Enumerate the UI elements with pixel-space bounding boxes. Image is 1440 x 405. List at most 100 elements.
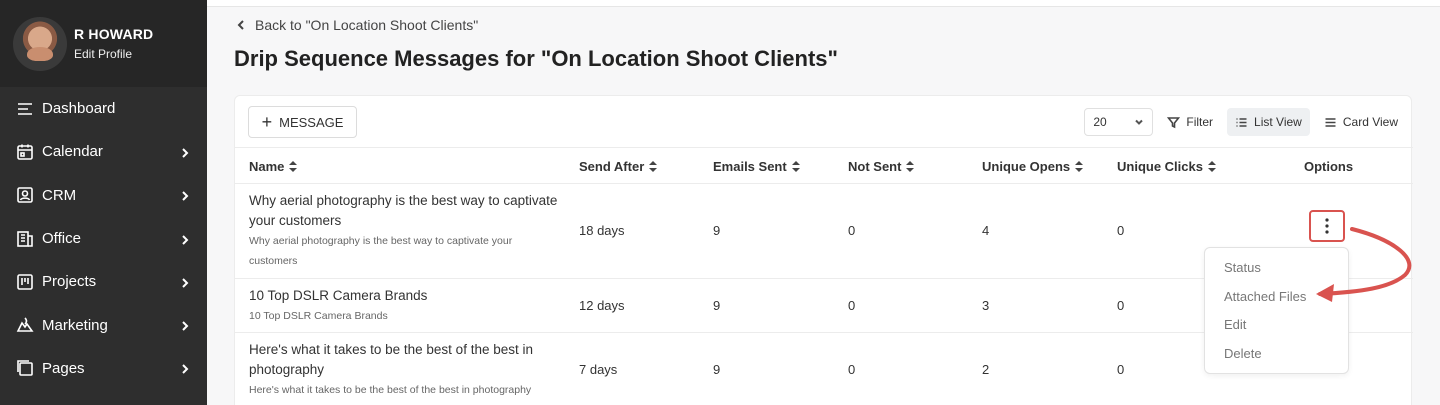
menu-item-delete[interactable]: Delete: [1224, 346, 1262, 361]
menu-icon: [16, 100, 34, 118]
sort-icon: [906, 161, 915, 172]
column-label: Options: [1304, 159, 1354, 174]
chevron-right-icon: [179, 276, 191, 288]
menu-item-status[interactable]: Status: [1224, 260, 1261, 275]
sidebar-item-calendar[interactable]: Calendar: [0, 130, 207, 173]
not-sent-cell: 0: [848, 362, 856, 377]
message-name-cell: Why aerial photography is the best way t…: [249, 191, 569, 271]
sidebar: R HOWARD Edit Profile Dashboard Calendar…: [0, 0, 207, 405]
edit-profile-link[interactable]: Edit Profile: [74, 47, 153, 61]
chevron-right-icon: [179, 319, 191, 331]
sidebar-nav: Dashboard Calendar CRM Office Projects M…: [0, 87, 207, 390]
unique-clicks-cell: 0: [1117, 223, 1125, 238]
sort-icon: [289, 161, 298, 172]
menu-item-edit[interactable]: Edit: [1224, 317, 1246, 332]
chevron-right-icon: [179, 189, 191, 201]
filter-icon: [1167, 116, 1181, 128]
message-name[interactable]: Why aerial photography is the best way t…: [249, 191, 569, 211]
add-message-label: MESSAGE: [279, 114, 344, 130]
sidebar-item-dashboard[interactable]: Dashboard: [0, 87, 207, 130]
page-size-select[interactable]: 20: [1084, 108, 1154, 136]
contact-icon: [16, 186, 34, 204]
more-vertical-icon: [1325, 218, 1329, 234]
office-icon: [16, 230, 34, 248]
sidebar-item-label: CRM: [42, 186, 77, 204]
back-link-label: Back to "On Location Shoot Clients": [255, 17, 479, 33]
list-icon: [1236, 117, 1247, 127]
emails-sent-cell: 9: [713, 223, 721, 238]
projects-icon: [16, 273, 34, 291]
add-message-button[interactable]: + MESSAGE: [248, 106, 357, 138]
sidebar-item-label: Pages: [42, 359, 85, 377]
unique-opens-cell: 2: [982, 362, 990, 377]
sort-icon: [1207, 161, 1216, 172]
message-name-cont[interactable]: your customers: [249, 211, 569, 231]
table-header: Name Send After Emails Sent Not Sent Uni…: [235, 147, 1413, 184]
sidebar-item-crm[interactable]: CRM: [0, 174, 207, 217]
column-header-name[interactable]: Name: [249, 159, 298, 174]
top-bar: [207, 0, 1440, 7]
filter-button[interactable]: Filter: [1159, 108, 1221, 136]
unique-clicks-cell: 0: [1117, 298, 1125, 313]
message-name-cell: 10 Top DSLR Camera Brands 10 Top DSLR Ca…: [249, 286, 569, 326]
column-header-unique-clicks[interactable]: Unique Clicks: [1117, 159, 1216, 174]
options-menu: Status Attached Files Edit Delete: [1204, 247, 1349, 374]
send-after-cell: 12 days: [579, 298, 625, 313]
card-view-icon: [1325, 117, 1336, 127]
unique-opens-cell: 4: [982, 223, 990, 238]
column-header-emails-sent[interactable]: Emails Sent: [713, 159, 800, 174]
sidebar-item-marketing[interactable]: Marketing: [0, 303, 207, 346]
sidebar-item-pages[interactable]: Pages: [0, 347, 207, 390]
chevron-right-icon: [179, 233, 191, 245]
sidebar-item-label: Calendar: [42, 143, 103, 161]
unique-clicks-cell: 0: [1117, 362, 1125, 377]
unique-opens-cell: 3: [982, 298, 990, 313]
not-sent-cell: 0: [848, 223, 856, 238]
message-subject-cont: customers: [249, 255, 298, 267]
pages-icon: [16, 359, 34, 377]
calendar-icon: [16, 143, 34, 161]
page-size-value: 20: [1093, 115, 1107, 129]
card-view-label: Card View: [1342, 115, 1398, 129]
sidebar-item-projects[interactable]: Projects: [0, 260, 207, 303]
message-subject: Why aerial photography is the best way t…: [249, 235, 513, 247]
message-name-cont[interactable]: photography: [249, 360, 569, 380]
card-view-button[interactable]: Card View: [1316, 108, 1406, 136]
marketing-icon: [16, 316, 34, 334]
message-name[interactable]: Here's what it takes to be the best of t…: [249, 340, 569, 360]
profile-name: R HOWARD: [74, 26, 154, 42]
sidebar-item-office[interactable]: Office: [0, 217, 207, 260]
list-view-label: List View: [1254, 115, 1302, 129]
sort-icon: [1075, 161, 1084, 172]
column-header-options: Options: [1304, 159, 1353, 174]
chevron-left-icon: [237, 20, 244, 30]
message-name[interactable]: 10 Top DSLR Camera Brands: [249, 286, 569, 306]
send-after-cell: 7 days: [579, 362, 618, 377]
column-header-unique-opens[interactable]: Unique Opens: [982, 159, 1084, 174]
options-button[interactable]: [1309, 210, 1345, 242]
list-view-button[interactable]: List View: [1227, 108, 1310, 136]
message-name-cell: Here's what it takes to be the best of t…: [249, 340, 569, 400]
sort-icon: [791, 161, 800, 172]
column-label: Unique Clicks: [1117, 159, 1203, 174]
sidebar-item-label: Dashboard: [42, 100, 116, 118]
chevron-right-icon: [179, 362, 191, 375]
column-label: Unique Opens: [982, 159, 1071, 174]
emails-sent-cell: 9: [713, 362, 721, 377]
column-header-send-after[interactable]: Send After: [579, 159, 658, 174]
avatar[interactable]: [13, 16, 67, 71]
chevron-right-icon: [179, 146, 191, 158]
page-title: Drip Sequence Messages for "On Location …: [234, 46, 838, 71]
sidebar-item-label: Projects: [42, 273, 97, 291]
column-header-not-sent[interactable]: Not Sent: [848, 159, 915, 174]
not-sent-cell: 0: [848, 298, 856, 313]
sidebar-item-label: Office: [42, 230, 81, 248]
back-link[interactable]: Back to "On Location Shoot Clients": [235, 17, 478, 33]
message-subject: Here's what it takes to be the best of t…: [249, 384, 532, 396]
sidebar-item-label: Marketing: [42, 316, 108, 334]
column-label: Send After: [579, 159, 645, 174]
chevron-down-icon: [1135, 119, 1144, 125]
filter-label: Filter: [1186, 115, 1214, 129]
menu-item-attached-files[interactable]: Attached Files: [1224, 289, 1306, 304]
column-label: Emails Sent: [713, 159, 787, 174]
